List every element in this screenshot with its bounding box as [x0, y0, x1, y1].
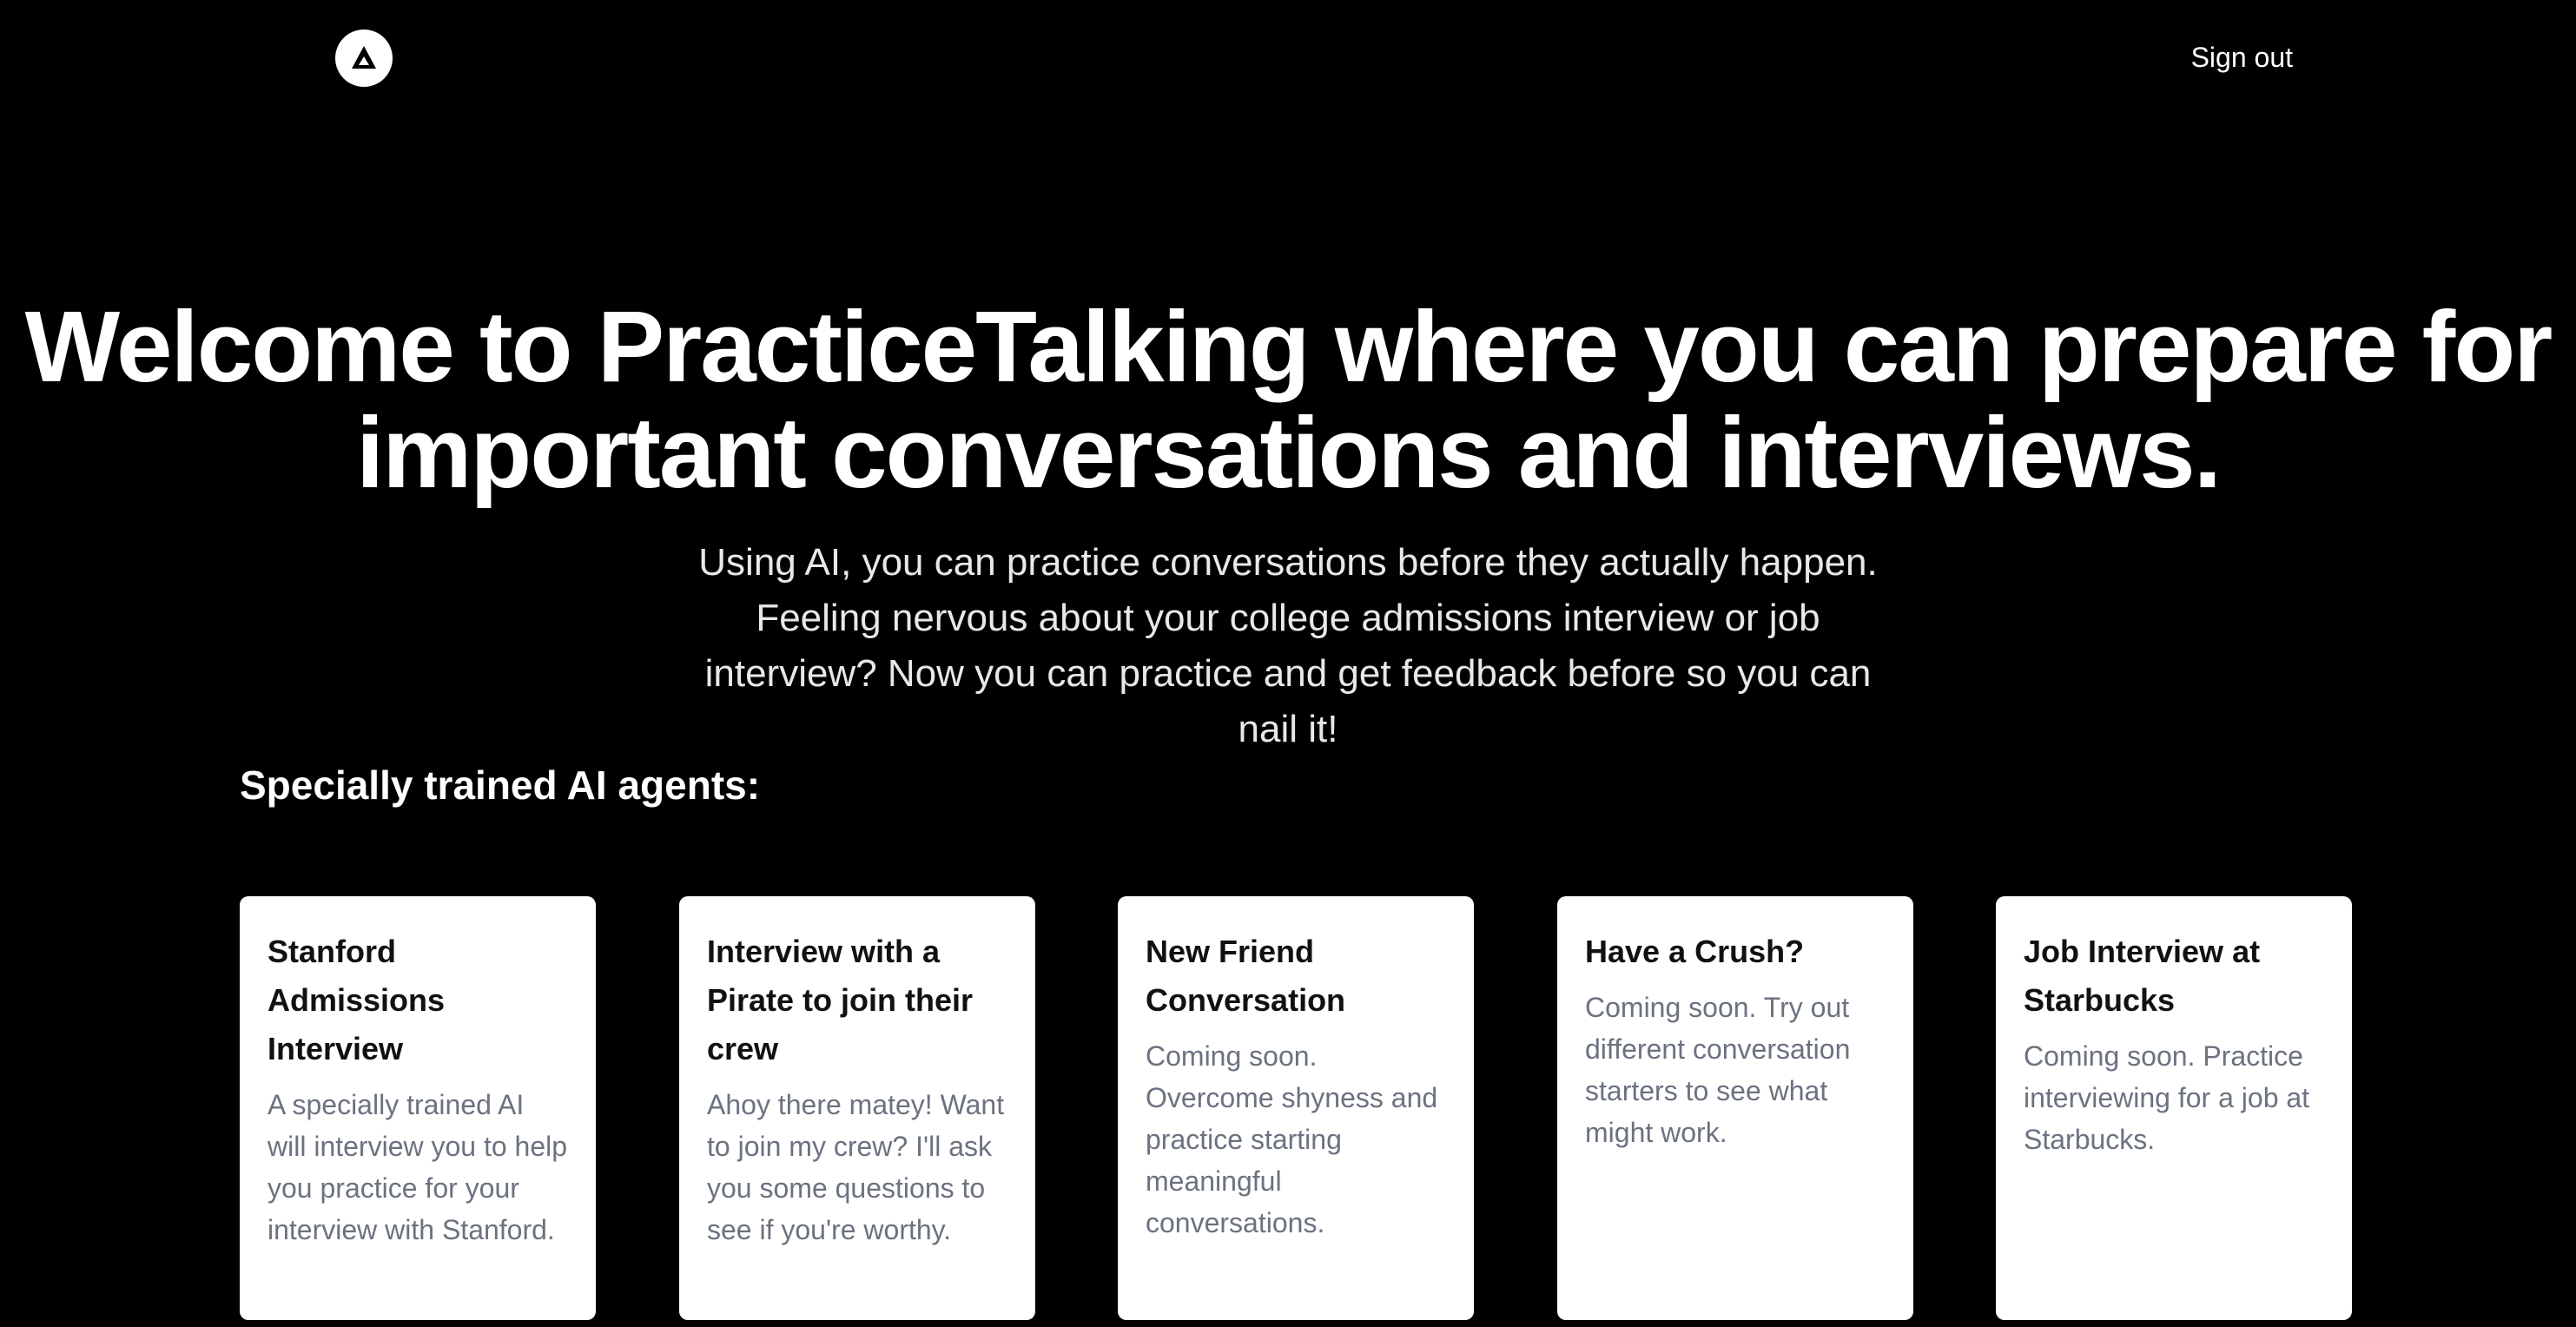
- agent-card-description: Coming soon. Overcome shyness and practi…: [1146, 1040, 1438, 1238]
- hero-subtitle: Using AI, you can practice conversations…: [698, 541, 1878, 750]
- agent-card-description: Coming soon. Try out different conversat…: [1585, 992, 1851, 1148]
- agent-card-new-friend[interactable]: New Friend Conversation Coming soon. Ove…: [1118, 896, 1474, 1320]
- hero-title: Welcome to PracticeTalking where you can…: [24, 290, 2553, 509]
- agents-section-heading: Specially trained AI agents:: [240, 763, 761, 808]
- sign-out-button[interactable]: Sign out: [2102, 38, 2293, 76]
- triangle-logo-icon[interactable]: [335, 30, 393, 87]
- agent-card-title: New Friend Conversation: [1146, 934, 1346, 1018]
- agent-card-description: Ahoy there matey! Want to join my crew? …: [707, 1089, 1005, 1245]
- agent-card-description: A specially trained AI will interview yo…: [268, 1089, 568, 1245]
- agent-card-list: Stanford Admissions Interview A speciall…: [240, 896, 2354, 1320]
- agent-card-title: Stanford Admissions Interview: [268, 934, 446, 1066]
- agent-card-pirate[interactable]: Interview with a Pirate to join their cr…: [679, 896, 1035, 1320]
- agent-card-starbucks[interactable]: Job Interview at Starbucks Coming soon. …: [1996, 896, 2352, 1320]
- agent-card-title: Interview with a Pirate to join their cr…: [707, 934, 974, 1066]
- agent-card-title: Have a Crush?: [1585, 934, 1805, 969]
- agent-card-title: Job Interview at Starbucks: [2024, 934, 2261, 1018]
- top-nav: Sign out: [0, 0, 2576, 122]
- logo-glyph: [352, 46, 376, 69]
- agent-card-description: Coming soon. Practice interviewing for a…: [2024, 1040, 2310, 1155]
- agent-card-crush[interactable]: Have a Crush? Coming soon. Try out diffe…: [1557, 896, 1913, 1320]
- agent-card-stanford[interactable]: Stanford Admissions Interview A speciall…: [240, 896, 596, 1320]
